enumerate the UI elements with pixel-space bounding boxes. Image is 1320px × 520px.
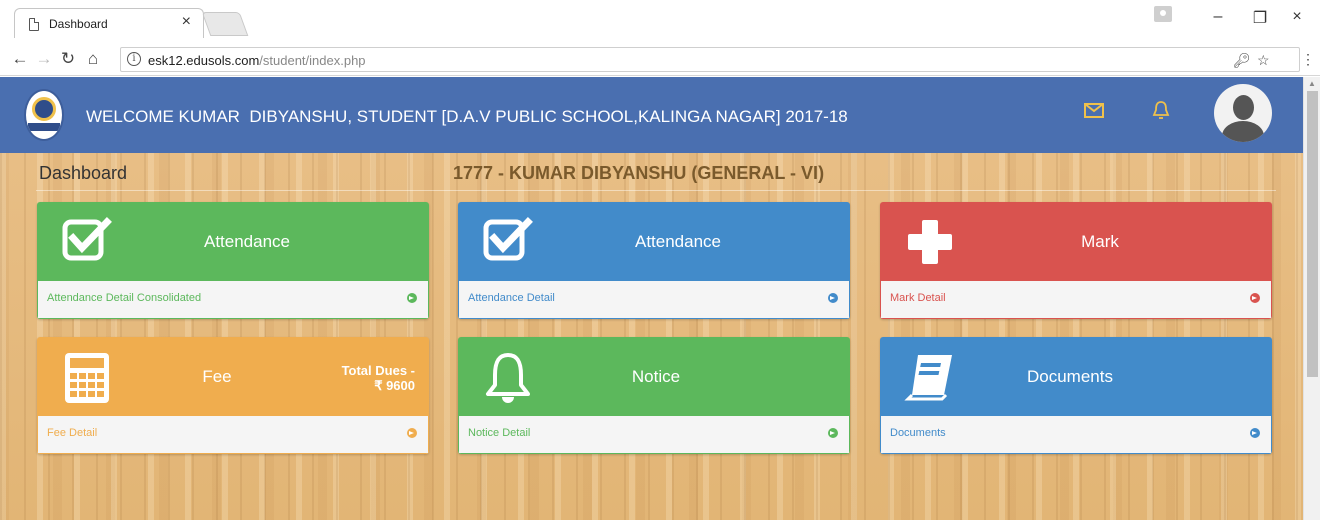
card-link[interactable]: Documents: [890, 427, 946, 439]
card-footer[interactable]: Notice Detail: [458, 416, 850, 454]
menu-icon[interactable]: ⋮: [1298, 51, 1318, 68]
card-footer[interactable]: Mark Detail: [880, 281, 1272, 319]
welcome-text: WELCOME KUMAR DIBYANSHU, STUDENT [D.A.V …: [86, 107, 848, 126]
user-avatar[interactable]: [1214, 84, 1272, 142]
app-header: WELCOME KUMAR DIBYANSHU, STUDENT [D.A.V …: [0, 77, 1303, 153]
breadcrumb: Dashboard: [39, 163, 128, 183]
mark-card[interactable]: Mark Mark Detail: [880, 202, 1272, 319]
card-header: Notice: [458, 337, 850, 416]
card-header: Attendance: [458, 202, 850, 281]
dues-label: Total Dues -: [341, 363, 415, 378]
card-title: Mark: [1081, 232, 1119, 251]
tab-title: Dashboard: [49, 17, 108, 31]
student-info: 1777 - KUMAR DIBYANSHU (GENERAL - VI): [453, 163, 825, 183]
key-icon[interactable]: 🔑︎: [1233, 52, 1251, 69]
card-title: Documents: [1027, 367, 1113, 386]
card-footer[interactable]: Fee Detail: [37, 416, 429, 454]
scrollbar-thumb[interactable]: [1307, 91, 1318, 377]
bell-notification-icon[interactable]: [1150, 99, 1172, 121]
forward-button[interactable]: →: [34, 49, 54, 69]
plus-icon: [908, 220, 952, 264]
page-viewport: WELCOME KUMAR DIBYANSHU, STUDENT [D.A.V …: [0, 77, 1320, 520]
profile-icon[interactable]: [1154, 6, 1172, 22]
arrow-circle-icon[interactable]: [1250, 428, 1260, 438]
home-button[interactable]: ⌂: [83, 49, 103, 69]
arrow-circle-icon[interactable]: [828, 428, 838, 438]
arrow-circle-icon[interactable]: [1250, 293, 1260, 303]
url-text: esk12.edusols.com/student/index.php: [148, 53, 366, 68]
calculator-icon: [65, 353, 109, 403]
card-link[interactable]: Mark Detail: [890, 292, 946, 304]
address-bar[interactable]: i esk12.edusols.com/student/index.php 🔑︎…: [120, 47, 1300, 72]
school-logo: [24, 89, 64, 141]
back-button[interactable]: ←: [10, 49, 30, 69]
browser-toolbar: ← → ↻ ⌂ i esk12.edusols.com/student/inde…: [0, 44, 1320, 76]
documents-card[interactable]: Documents Documents: [880, 337, 1272, 454]
restore-button[interactable]: ❐: [1250, 8, 1270, 28]
info-icon[interactable]: i: [127, 52, 141, 66]
new-tab-button[interactable]: [201, 12, 249, 36]
card-title: Fee: [202, 367, 232, 386]
tab-close-button[interactable]: ×: [182, 13, 191, 31]
minimize-button[interactable]: –: [1208, 8, 1228, 26]
card-link[interactable]: Attendance Detail: [468, 292, 555, 304]
card-link[interactable]: Fee Detail: [47, 427, 97, 439]
card-header: Documents: [880, 337, 1272, 416]
card-title: Attendance: [634, 232, 721, 251]
bell-icon: [486, 353, 530, 403]
scroll-up-icon[interactable]: ▲: [1308, 79, 1316, 88]
checkbox-icon: [62, 217, 112, 261]
total-dues: Total Dues - ₹ 9600: [342, 363, 415, 393]
reload-button[interactable]: ↻: [58, 49, 78, 69]
card-footer[interactable]: Documents: [880, 416, 1272, 454]
card-footer[interactable]: Attendance Detail Consolidated: [37, 281, 429, 319]
dues-amount: ₹ 9600: [374, 378, 415, 393]
card-footer[interactable]: Attendance Detail: [458, 281, 850, 319]
close-window-button[interactable]: ×: [1287, 8, 1307, 26]
attendance-detail-card[interactable]: Attendance Attendance Detail: [458, 202, 850, 319]
arrow-circle-icon[interactable]: [407, 428, 417, 438]
card-title: Notice: [631, 367, 681, 386]
card-header: Mark: [880, 202, 1272, 281]
page-background: WELCOME KUMAR DIBYANSHU, STUDENT [D.A.V …: [0, 77, 1303, 520]
card-title: Attendance: [203, 232, 290, 251]
browser-tabstrip: Dashboard × – ❐ ×: [0, 0, 1320, 44]
notice-card[interactable]: Notice Notice Detail: [458, 337, 850, 454]
star-icon[interactable]: ☆: [1257, 52, 1270, 69]
book-icon: [904, 355, 952, 401]
browser-tab[interactable]: Dashboard ×: [14, 8, 204, 38]
fee-card[interactable]: Fee Total Dues - ₹ 9600 Fee Detail: [37, 337, 429, 454]
checkbox-icon: [483, 217, 533, 261]
arrow-circle-icon[interactable]: [407, 293, 417, 303]
arrow-circle-icon[interactable]: [828, 293, 838, 303]
card-link[interactable]: Attendance Detail Consolidated: [47, 292, 201, 304]
breadcrumb-row: Dashboard 1777 - KUMAR DIBYANSHU (GENERA…: [36, 153, 1276, 191]
card-header: Attendance: [37, 202, 429, 281]
page-icon: [29, 18, 39, 31]
attendance-consolidated-card[interactable]: Attendance Attendance Detail Consolidate…: [37, 202, 429, 319]
scrollbar[interactable]: ▲: [1303, 77, 1320, 520]
card-link[interactable]: Notice Detail: [468, 427, 530, 439]
envelope-icon[interactable]: [1083, 99, 1105, 121]
card-header: Fee Total Dues - ₹ 9600: [37, 337, 429, 416]
